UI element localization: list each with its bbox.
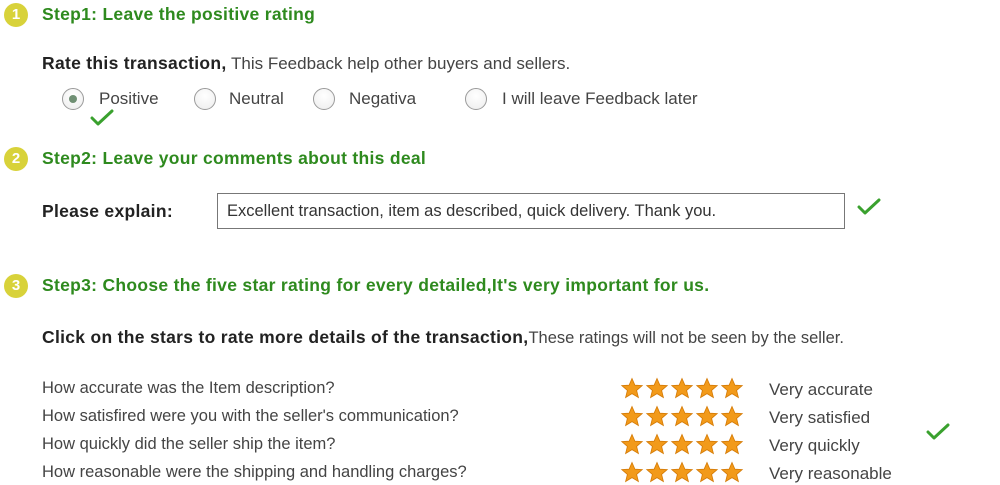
radio-positive[interactable] — [62, 88, 84, 110]
radio-leave-later[interactable] — [465, 88, 487, 110]
star-icon[interactable] — [645, 405, 669, 427]
radio-negativa-label[interactable]: Negativa — [349, 89, 416, 109]
star-icon[interactable] — [695, 377, 719, 399]
rating-label: Very accurate — [769, 380, 873, 399]
star-icon[interactable] — [720, 405, 744, 427]
radio-selected-dot — [69, 95, 77, 103]
star-icon[interactable] — [695, 405, 719, 427]
step1-title: Step1: Leave the positive rating — [42, 4, 316, 24]
radio-leave-later-label[interactable]: I will leave Feedback later — [502, 89, 698, 109]
star-icon[interactable] — [720, 461, 744, 483]
radio-neutral[interactable] — [194, 88, 216, 110]
star-icon[interactable] — [695, 461, 719, 483]
star-icon[interactable] — [670, 377, 694, 399]
check-icon — [926, 423, 950, 441]
step3-prompt-text: These ratings will not be seen by the se… — [528, 329, 844, 347]
check-icon — [857, 198, 881, 216]
rating-question: How satisfired were you with the seller'… — [42, 407, 459, 425]
star-icon[interactable] — [645, 377, 669, 399]
star-icon[interactable] — [695, 433, 719, 455]
explain-label: Please explain: — [42, 201, 173, 221]
step1-number-icon: 1 — [4, 3, 28, 27]
rating-label: Very reasonable — [769, 464, 892, 483]
star-rating-shipping-charges[interactable] — [620, 461, 744, 483]
star-icon[interactable] — [670, 461, 694, 483]
step3-number-icon: 3 — [4, 274, 28, 298]
star-icon[interactable] — [670, 433, 694, 455]
star-icon[interactable] — [645, 433, 669, 455]
star-icon[interactable] — [720, 433, 744, 455]
step1-prompt-bold: Rate this transaction, — [42, 53, 227, 73]
step2-title: Step2: Leave your comments about this de… — [42, 148, 427, 168]
step1-prompt-text: This Feedback help other buyers and sell… — [226, 54, 571, 73]
check-icon — [90, 109, 114, 127]
rating-question: How reasonable were the shipping and han… — [42, 463, 467, 481]
step1-prompt: Rate this transaction, This Feedback hel… — [42, 53, 570, 74]
star-icon[interactable] — [670, 405, 694, 427]
star-rating-shipping-speed[interactable] — [620, 433, 744, 455]
star-rating-accuracy[interactable] — [620, 377, 744, 399]
radio-negativa[interactable] — [313, 88, 335, 110]
rating-label: Very satisfied — [769, 408, 871, 427]
star-icon[interactable] — [720, 377, 744, 399]
rating-label: Very quickly — [769, 436, 860, 455]
step3-prompt-bold: Click on the stars to rate more details … — [42, 327, 529, 347]
radio-positive-label[interactable]: Positive — [99, 89, 159, 109]
step3-prompt: Click on the stars to rate more details … — [42, 327, 844, 348]
star-icon[interactable] — [645, 461, 669, 483]
star-icon[interactable] — [620, 433, 644, 455]
radio-neutral-label[interactable]: Neutral — [229, 89, 284, 109]
rating-question: How quickly did the seller ship the item… — [42, 435, 336, 453]
rating-question: How accurate was the Item description? — [42, 379, 335, 397]
comment-input[interactable]: Excellent transaction, item as described… — [217, 193, 845, 229]
star-icon[interactable] — [620, 377, 644, 399]
step2-number-icon: 2 — [4, 147, 28, 171]
step3-title: Step3: Choose the five star rating for e… — [42, 275, 710, 295]
star-icon[interactable] — [620, 461, 644, 483]
star-icon[interactable] — [620, 405, 644, 427]
star-rating-communication[interactable] — [620, 405, 744, 427]
